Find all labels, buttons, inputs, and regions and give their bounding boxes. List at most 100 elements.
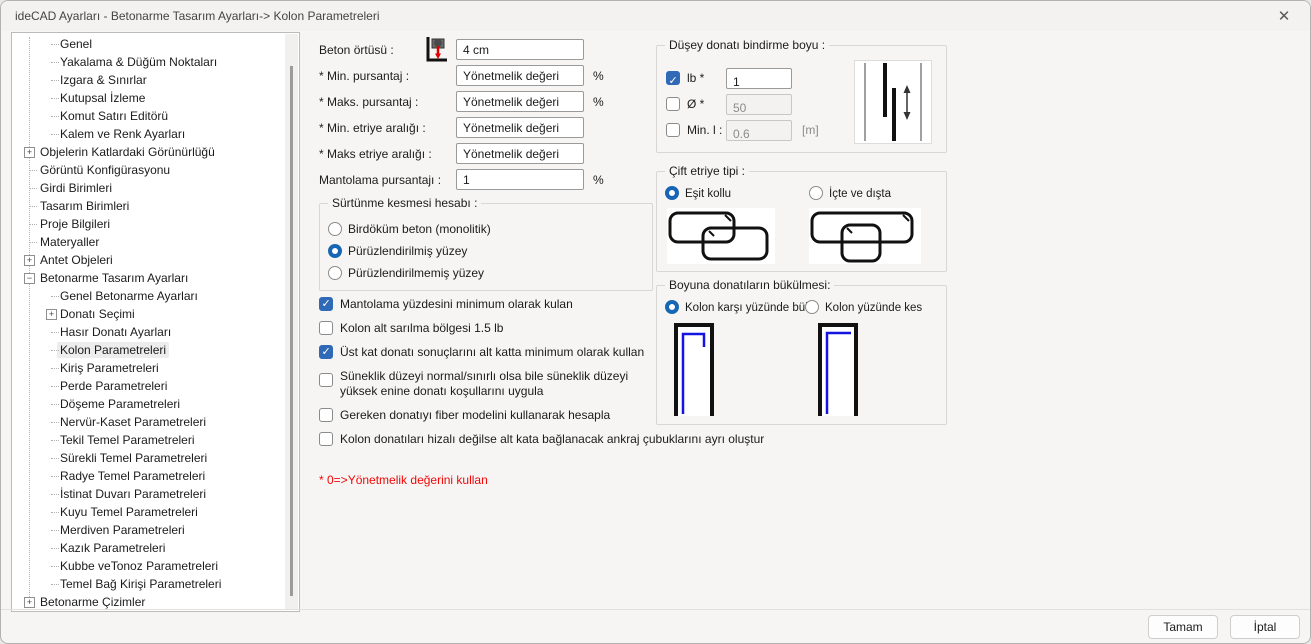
tree-item[interactable]: Genel [12, 35, 299, 53]
tree-scrollbar[interactable] [285, 34, 298, 610]
tree-item[interactable]: Merdiven Parametreleri [12, 521, 299, 539]
tree-item[interactable]: Döşeme Parametreleri [12, 395, 299, 413]
tree-item-label: Proje Bilgileri [40, 217, 111, 231]
checkbox-label: Gereken donatıyı fiber modelini kullanar… [340, 408, 611, 422]
checkbox-checked-icon[interactable] [319, 297, 333, 312]
tree-item[interactable]: Tekil Temel Parametreleri [12, 431, 299, 449]
lap-row-label: Min. l : [687, 123, 723, 137]
longitudinal-bend-group-title: Boyuna donatıların bükülmesi: [665, 278, 835, 292]
longitudinal-bend-group: Boyuna donatıların bükülmesi: Kolon karş… [656, 278, 947, 425]
radio-unselected-icon[interactable] [328, 222, 342, 236]
tree-item[interactable]: Materyaller [12, 233, 299, 251]
tree-item-label: Genel [60, 37, 93, 51]
option-checkbox[interactable]: Kolon donatıları hizalı değilse alt kata… [319, 432, 1039, 447]
radio-option-esit-kollu[interactable]: Eşit kollu [665, 182, 731, 204]
radio-label: Eşit kollu [685, 188, 732, 200]
tree-item[interactable]: Kolon Parametreleri [12, 341, 299, 359]
checkbox-unchecked-icon[interactable] [319, 321, 333, 335]
radio-selected-icon[interactable] [665, 300, 679, 314]
radio-unselected-icon[interactable] [328, 266, 342, 280]
checkbox-unchecked-icon[interactable] [666, 97, 680, 111]
tree-item[interactable]: + Objelerin Katlardaki Görünürlüğü [12, 143, 299, 161]
tree-item[interactable]: Görüntü Konfigürasyonu [12, 161, 299, 179]
option-checkbox[interactable]: Süneklik düzeyi normal/sınırlı olsa bile… [319, 369, 664, 399]
tree-item-label: Izgara & Sınırlar [60, 73, 147, 87]
collapse-minus-icon[interactable]: − [24, 273, 35, 284]
tree-item-label: Antet Objeleri [40, 253, 113, 267]
stirrup-inside-outside-diagram [809, 208, 921, 264]
tree-item[interactable]: Kubbe veTonoz Parametreleri [12, 557, 299, 575]
checkbox-checked-icon[interactable] [666, 71, 680, 92]
column-cut-drawing [818, 323, 858, 416]
tree-scrollbar-thumb[interactable] [290, 66, 293, 596]
cancel-button[interactable]: İptal [1230, 615, 1300, 639]
tree-item[interactable]: Kalem ve Renk Ayarları [12, 125, 299, 143]
form-field-input[interactable]: Yönetmelik değeri [456, 143, 584, 164]
tree-item-label: Radye Temel Parametreleri [60, 469, 206, 483]
tree-item-label: Objelerin Katlardaki Görünürlüğü [40, 145, 215, 159]
close-icon[interactable]: ✕ [1274, 7, 1294, 27]
friction-radio-option[interactable]: Pürüzlendirilmemiş yüzey [328, 262, 491, 284]
tree-item[interactable]: − Betonarme Tasarım Ayarları [12, 269, 299, 287]
tree-item-label: Betonarme Tasarım Ayarları [40, 271, 189, 285]
radio-option-cut-at-face[interactable]: Kolon yüzünde kes [805, 296, 922, 318]
tree-item[interactable]: Sürekli Temel Parametreleri [12, 449, 299, 467]
tree-item[interactable]: Kutupsal İzleme [12, 89, 299, 107]
tree-item[interactable]: Yakalama & Düğüm Noktaları [12, 53, 299, 71]
radio-selected-icon[interactable] [328, 244, 342, 258]
radio-option-bend-opposite-face[interactable]: Kolon karşı yüzünde bük [665, 296, 811, 318]
form-field-row: Beton örtüsü : 4 cm [319, 37, 655, 62]
radio-unselected-icon[interactable] [805, 300, 819, 314]
double-stirrup-group-title: Çift etriye tipi : [665, 164, 750, 178]
expand-plus-icon[interactable]: + [24, 255, 35, 266]
tree-item[interactable]: İstinat Duvarı Parametreleri [12, 485, 299, 503]
tree-item[interactable]: Perde Parametreleri [12, 377, 299, 395]
form-field-label: * Min. pursantaj : [319, 69, 410, 83]
tree-item[interactable]: Hasır Donatı Ayarları [12, 323, 299, 341]
radio-label: Kolon yüzünde kes [825, 302, 923, 314]
ok-button[interactable]: Tamam [1148, 615, 1218, 639]
tree-item[interactable]: Komut Satırı Editörü [12, 107, 299, 125]
radio-label: Kolon karşı yüzünde bük [685, 302, 811, 314]
title-bar: ideCAD Ayarları - Betonarme Tasarım Ayar… [1, 1, 1310, 31]
checkbox-unchecked-icon[interactable] [319, 408, 333, 422]
expand-plus-icon[interactable]: + [24, 147, 35, 158]
tree-item[interactable]: Kuyu Temel Parametreleri [12, 503, 299, 521]
lap-row-input[interactable]: 50 [726, 94, 792, 115]
friction-shear-group: Sürtünme kesmesi hesabı : Birdöküm beton… [319, 196, 653, 291]
checkbox-unchecked-icon[interactable] [319, 373, 333, 387]
tree-item[interactable]: Girdi Birimleri [12, 179, 299, 197]
column-cut-diagram [815, 320, 861, 416]
form-field-input[interactable]: Yönetmelik değeri [456, 65, 584, 86]
form-field-input[interactable]: Yönetmelik değeri [456, 91, 584, 112]
radio-option-icte-ve-dista[interactable]: İçte ve dışta [809, 182, 891, 204]
tree-item[interactable]: Genel Betonarme Ayarları [12, 287, 299, 305]
tree-item[interactable]: + Antet Objeleri [12, 251, 299, 269]
expand-plus-icon[interactable]: + [46, 309, 57, 320]
lap-row-label: Ø * [687, 97, 705, 111]
friction-radio-option[interactable]: Birdöküm beton (monolitik) [328, 218, 491, 240]
radio-selected-icon[interactable] [665, 186, 679, 200]
checkbox-checked-icon[interactable] [319, 345, 333, 360]
form-field-input[interactable]: 4 cm [456, 39, 584, 60]
lap-row-input[interactable]: 1 [726, 68, 792, 89]
expand-plus-icon[interactable]: + [24, 597, 35, 608]
checkbox-unchecked-icon[interactable] [666, 123, 680, 137]
tree-item[interactable]: + Donatı Seçimi [12, 305, 299, 323]
form-field-label: Mantolama pursantajı : [319, 173, 442, 187]
tree-item[interactable]: Proje Bilgileri [12, 215, 299, 233]
tree-item[interactable]: Kiriş Parametreleri [12, 359, 299, 377]
radio-unselected-icon[interactable] [809, 186, 823, 200]
form-field-input[interactable]: Yönetmelik değeri [456, 117, 584, 138]
checkbox-unchecked-icon[interactable] [319, 432, 333, 446]
lap-row-input[interactable]: 0.6 [726, 120, 792, 141]
form-field-label: * Maks. pursantaj : [319, 95, 419, 109]
tree-item[interactable]: Tasarım Birimleri [12, 197, 299, 215]
tree-item[interactable]: Temel Bağ Kirişi Parametreleri [12, 575, 299, 593]
tree-item[interactable]: Nervür-Kaset Parametreleri [12, 413, 299, 431]
tree-item[interactable]: Radye Temel Parametreleri [12, 467, 299, 485]
form-field-input[interactable]: 1 [456, 169, 584, 190]
tree-item[interactable]: Izgara & Sınırlar [12, 71, 299, 89]
tree-item[interactable]: Kazık Parametreleri [12, 539, 299, 557]
friction-radio-option[interactable]: Pürüzlendirilmiş yüzey [328, 240, 491, 262]
